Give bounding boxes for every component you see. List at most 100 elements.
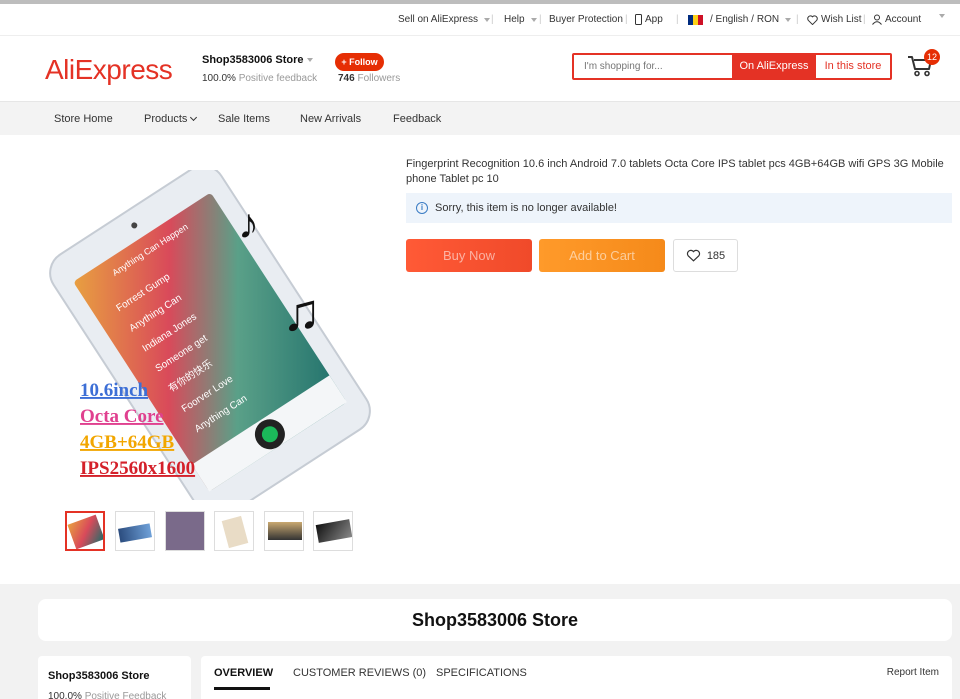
divider: | [539, 14, 542, 25]
thumbnail-6[interactable] [313, 511, 353, 551]
spec-line-4: IPS2560x1600 [80, 458, 195, 479]
tab-specifications[interactable]: SPECIFICATIONS [436, 667, 527, 679]
aliexpress-logo[interactable]: AliExpress [45, 54, 173, 86]
wishlist-link[interactable]: Wish List [807, 14, 862, 25]
search-bar: On AliExpress In this store [572, 53, 892, 80]
nav-label: Store Home [54, 113, 113, 125]
account-label: Account [885, 14, 922, 25]
wishlist-label: Wish List [821, 14, 862, 25]
active-tab-underline [214, 687, 270, 690]
nav-label: Feedback [393, 113, 442, 125]
divider: | [491, 14, 494, 25]
caret-down-icon [484, 17, 491, 22]
thumbnail-3[interactable] [165, 511, 205, 551]
sell-label: Sell on AliExpress [398, 14, 479, 25]
nav-label: New Arrivals [300, 113, 362, 125]
music-note-icon: ♪ [238, 200, 259, 247]
sell-link[interactable]: Sell on AliExpress [398, 14, 491, 25]
language-selector[interactable]: / English / RON [688, 14, 792, 25]
thumbnail-4[interactable] [214, 511, 254, 551]
add-to-cart-button[interactable]: Add to Cart [539, 239, 665, 272]
nav-new-arrivals[interactable]: New Arrivals [300, 113, 361, 125]
buy-now-button[interactable]: Buy Now [406, 239, 532, 272]
nav-store-home[interactable]: Store Home [54, 113, 113, 125]
store-nav: Store Home Products Sale Items New Arriv… [0, 101, 960, 135]
heart-icon [686, 249, 700, 262]
followers-label: Followers [357, 73, 401, 84]
follow-button[interactable]: + Follow [335, 53, 384, 71]
phone-icon [635, 14, 642, 25]
wishlist-button[interactable]: 185 [673, 239, 738, 272]
app-label: App [645, 14, 663, 25]
side-feedback-label: Positive Feedback [84, 691, 167, 699]
store-header: AliExpress Shop3583006 Store 100.0% Posi… [0, 36, 960, 101]
report-item-link[interactable]: Report Item [887, 667, 939, 678]
cart-count-badge: 12 [924, 49, 940, 65]
music-note-icon: ♫ [282, 284, 321, 342]
divider: | [863, 14, 866, 25]
cart-button[interactable]: 12 [906, 49, 940, 82]
buyer-protection-link[interactable]: Buyer Protection [549, 14, 623, 25]
unavailable-notice: i Sorry, this item is no longer availabl… [406, 193, 952, 223]
store-name[interactable]: Shop3583006 Store [202, 54, 313, 66]
currency-label: RON [756, 14, 780, 25]
thumbnail-image [268, 522, 302, 540]
chevron-down-icon [190, 113, 198, 122]
spec-line-2: Octa Core [80, 406, 164, 427]
side-feedback-value: 100.0% [48, 691, 82, 699]
spec-line-1: 10.6inch [80, 380, 149, 401]
side-store-name[interactable]: Shop3583006 Store [48, 670, 181, 682]
thumbnail-2[interactable] [115, 511, 155, 551]
search-store-button[interactable]: In this store [816, 55, 890, 78]
feedback-value: 100.0% [202, 73, 236, 84]
wish-count: 185 [706, 249, 726, 262]
detail-tabs: OVERVIEW CUSTOMER REVIEWS (0) SPECIFICAT… [201, 656, 952, 699]
nav-sale-items[interactable]: Sale Items [218, 113, 270, 125]
tablet-illustration: Anything Can HappenForrest GumpAnything … [49, 164, 371, 520]
thumbnail-image [166, 512, 204, 550]
help-label: Help [504, 14, 525, 25]
followers-count: 746 Followers [338, 73, 400, 84]
account-caret[interactable] [936, 14, 945, 18]
divider: | [625, 14, 628, 25]
caret-down-icon [530, 17, 537, 22]
followers-value: 746 [338, 73, 355, 84]
store-side-card: Shop3583006 Store 100.0% Positive Feedba… [38, 656, 191, 699]
language-label: / English / [710, 14, 754, 25]
app-link[interactable]: App [635, 14, 663, 25]
caret-down-icon [939, 14, 945, 18]
tab-customer-reviews[interactable]: CUSTOMER REVIEWS (0) [293, 667, 426, 679]
product-title: Fingerprint Recognition 10.6 inch Androi… [406, 158, 944, 185]
nav-products[interactable]: Products [144, 113, 198, 125]
nav-label: Products [144, 113, 188, 125]
tab-overview[interactable]: OVERVIEW [214, 667, 273, 679]
store-banner: Shop3583006 Store [38, 599, 952, 641]
info-icon: i [416, 202, 428, 214]
store-feedback: 100.0% Positive feedback [202, 73, 317, 84]
account-link[interactable]: Account [872, 14, 921, 25]
thumbnail-image [67, 514, 103, 549]
nav-feedback[interactable]: Feedback [393, 113, 441, 125]
heart-icon [807, 14, 818, 25]
user-icon [872, 14, 882, 25]
search-input[interactable] [574, 55, 732, 78]
spec-line-3: 4GB+64GB [80, 432, 175, 453]
search-aliexpress-button[interactable]: On AliExpress [732, 55, 816, 78]
feedback-label: Positive feedback [238, 73, 318, 84]
thumbnail-image [118, 523, 152, 543]
caret-down-icon [306, 58, 313, 62]
buyer-protection-label: Buyer Protection [549, 14, 623, 25]
product-image[interactable]: Anything Can Happen Forrest Gump Anything … [38, 164, 388, 520]
divider: | [676, 14, 679, 25]
flag-icon [688, 14, 703, 25]
notice-text: Sorry, this item is no longer available! [435, 202, 617, 214]
nav-label: Sale Items [218, 113, 270, 125]
divider: | [796, 14, 799, 25]
thumbnail-image [221, 515, 249, 549]
top-bar: Sell on AliExpress | Help | Buyer Protec… [0, 4, 960, 36]
thumbnail-image [315, 519, 352, 543]
side-feedback: 100.0% Positive Feedback [48, 691, 181, 699]
thumbnail-5[interactable] [264, 511, 304, 551]
thumbnail-1[interactable] [65, 511, 105, 551]
help-link[interactable]: Help [504, 14, 537, 25]
